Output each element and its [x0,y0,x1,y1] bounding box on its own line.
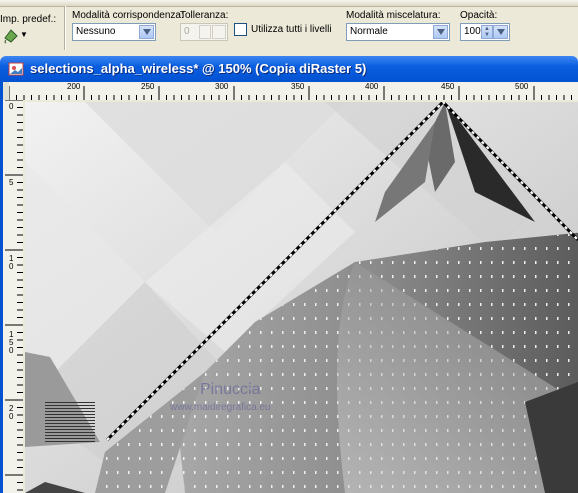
opacity-label: Opacità: [460,10,498,21]
preset-label: Imp. predef.: [0,14,57,25]
ruler-label: 500 [515,82,529,91]
window-title: selections_alpha_wireless* @ 150% (Copia… [30,61,367,76]
ruler-label: 400 [365,82,379,91]
chevron-down-icon[interactable] [493,25,508,39]
vertical-ruler: 0 5 1 0 1 5 0 2 0 [3,100,23,493]
ruler-label: 0 [9,412,14,421]
horizontal-ruler: 200 250 300 350 400 450 500 [9,82,578,100]
tool-options-bar: Imp. predef.: ▼ Modalità corrispondenza:… [0,0,578,52]
tolerance-value: 0 [184,26,190,37]
opacity-spinner[interactable]: 100 ▲ ▼ [460,23,510,41]
chevron-down-icon[interactable] [433,25,448,39]
window-title-bar[interactable]: selections_alpha_wireless* @ 150% (Copia… [0,56,578,82]
watermark-name: Pinuccia [200,381,261,398]
ruler-label: 250 [141,82,155,91]
image-canvas[interactable]: Pinuccia www.maidiregrafica.eu [25,102,578,493]
blend-mode-value: Normale [350,26,388,37]
ruler-label: 0 [9,262,14,271]
menu-icon-strip [0,0,578,7]
chevron-down-icon: ▼ [20,30,28,39]
match-mode-select[interactable]: Nessuno [72,23,156,41]
watermark-url: www.maidiregrafica.eu [169,402,271,413]
ruler-label: 0 [9,346,14,355]
spinner-arrows-icon[interactable]: ▲ ▼ [481,25,493,39]
use-all-layers-checkbox[interactable] [234,23,247,36]
spinner-arrows-icon[interactable] [199,25,211,39]
tolerance-spinner[interactable]: 0 [180,23,228,41]
blend-mode-select[interactable]: Normale [346,23,450,41]
flood-fill-icon [4,29,18,44]
ruler-label: 0 [9,102,14,111]
canvas-area: 200 250 300 350 400 450 500 0 5 1 0 1 5 … [3,82,578,493]
ruler-label: 300 [215,82,229,91]
ruler-label: 200 [67,82,81,91]
ruler-label: 350 [291,82,305,91]
preset-button[interactable]: ▼ [0,26,28,44]
ruler-label: 450 [441,82,455,91]
match-mode-value: Nessuno [76,26,116,37]
chevron-down-icon[interactable] [212,25,226,39]
opacity-value: 100 [464,26,481,37]
use-all-layers-label: Utilizza tutti i livelli [251,24,332,35]
image-document-icon [8,62,24,76]
chevron-down-icon[interactable] [139,25,154,39]
separator [64,6,66,50]
ruler-label: 5 [9,178,14,187]
blend-mode-label: Modalità miscelatura: [346,10,441,21]
match-mode-label: Modalità corrispondenza: [72,10,184,21]
window-frame: 200 250 300 350 400 450 500 0 5 1 0 1 5 … [0,82,578,493]
image-window: selections_alpha_wireless* @ 150% (Copia… [0,56,578,493]
tolerance-label: Tolleranza: [180,10,229,21]
